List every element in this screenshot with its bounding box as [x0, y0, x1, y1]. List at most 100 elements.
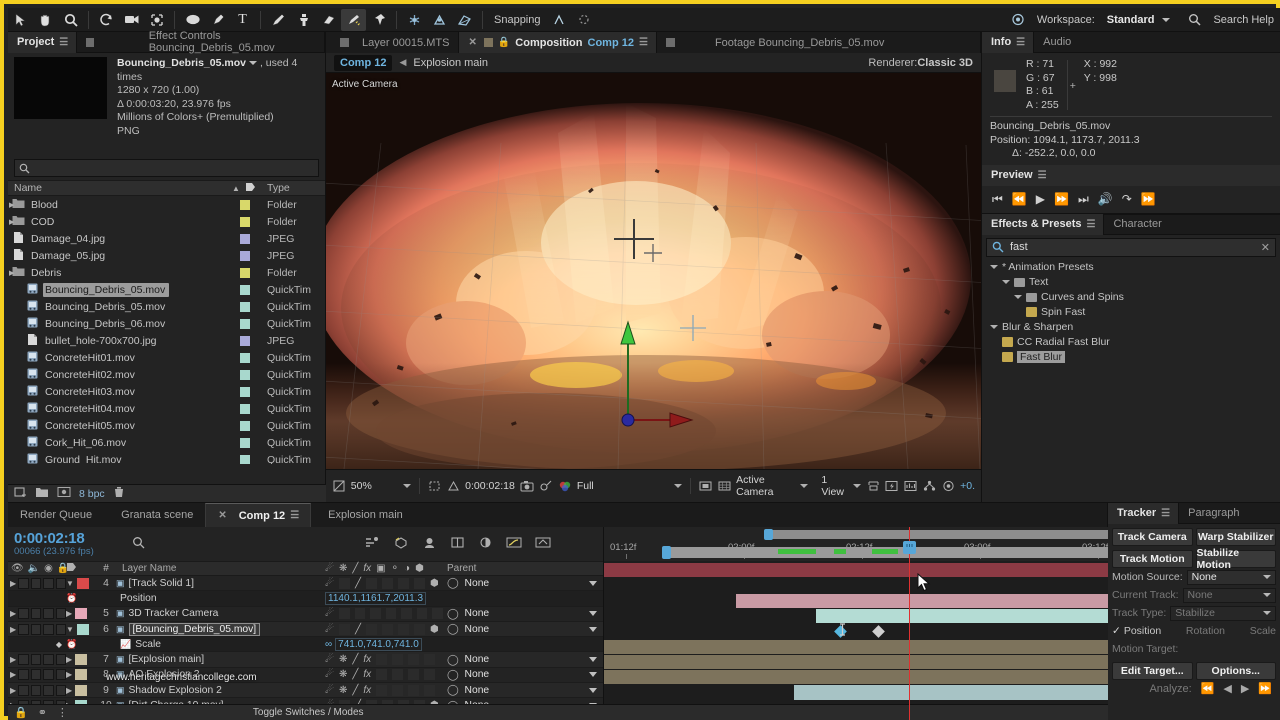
layer-name[interactable]: Shadow Explosion 2	[129, 685, 222, 696]
breadcrumb-comp12[interactable]: Comp 12	[334, 54, 393, 71]
layer-switch[interactable]: ⬢	[430, 624, 439, 635]
parent-pickwhip-icon[interactable]: ◯	[447, 623, 459, 635]
motion-source-select[interactable]: None	[1186, 569, 1276, 585]
tab-character[interactable]: Character	[1104, 214, 1280, 235]
parent-value[interactable]: None	[465, 578, 490, 589]
layer-switch[interactable]	[414, 577, 425, 589]
magnification-icon[interactable]	[332, 478, 346, 494]
eraser-tool-icon[interactable]	[316, 9, 341, 31]
analyze-forward-1-icon[interactable]: ⏩	[1258, 682, 1272, 695]
resolution-dropdown-icon[interactable]	[673, 484, 682, 488]
lock-switch[interactable]	[55, 623, 66, 635]
layer-row[interactable]: ▶ ▶ 7 ▣ [Explosion main] ☄ ❋ ╱ fx ◯ None	[8, 652, 603, 668]
edit-target-button[interactable]: Edit Target...	[1112, 662, 1193, 680]
parent-dropdown-icon[interactable]	[589, 580, 597, 586]
layer-switch[interactable]: ☄	[325, 654, 334, 665]
layer-label-color[interactable]	[75, 669, 88, 681]
resolution-value[interactable]: Full	[577, 480, 594, 492]
effects-tree[interactable]: * Animation Presets Text Curves and Spins S…	[982, 260, 1280, 365]
layer-switch[interactable]: ╱	[352, 654, 358, 665]
auto-keyframe-icon[interactable]	[535, 536, 551, 552]
keyframe-navigator-icon[interactable]: ◆	[56, 640, 62, 649]
video-switch[interactable]	[18, 654, 29, 666]
layer-disclosure-icon[interactable]: ▶	[66, 686, 72, 695]
analyze-back-1-icon[interactable]: ⏪	[1201, 682, 1215, 695]
expand-arrow-icon[interactable]: ▶	[10, 655, 16, 664]
video-switch[interactable]	[18, 623, 29, 635]
timeline-panel-menu-icon[interactable]: ☰	[290, 510, 299, 521]
graph-icon[interactable]: 📈	[120, 639, 131, 650]
layer-duration-bar[interactable]	[604, 685, 1108, 700]
grid-guides-icon[interactable]	[717, 478, 731, 494]
channel-rgb-icon[interactable]	[558, 478, 572, 494]
tab-effects-presets[interactable]: Effects & Presets ☰	[982, 213, 1105, 235]
current-time-indicator[interactable]	[909, 527, 910, 720]
comp12-close-icon[interactable]: ✕	[218, 510, 226, 521]
layer-duration-bar[interactable]	[604, 608, 1108, 624]
warp-stabilizer-button[interactable]: Warp Stabilizer	[1195, 528, 1276, 546]
layer-switch[interactable]	[408, 669, 420, 681]
solo-switch[interactable]	[43, 669, 54, 681]
effects-search-input[interactable]	[1010, 241, 1210, 253]
current-time-indicator-head[interactable]	[903, 541, 916, 554]
view-layout-dropdown-icon[interactable]	[853, 484, 862, 488]
label-color-swatch[interactable]	[227, 233, 263, 244]
label-color-swatch[interactable]	[227, 199, 263, 210]
preview-panel-menu-icon[interactable]: ☰	[1038, 170, 1047, 181]
parent-value[interactable]: None	[465, 669, 490, 680]
layer-switch[interactable]: ⬢	[430, 578, 439, 589]
label-color-swatch[interactable]	[227, 335, 263, 346]
layer-switch[interactable]	[338, 577, 350, 589]
stabilize-motion-button[interactable]: Stabilize Motion	[1195, 547, 1276, 571]
project-settings-icon[interactable]	[57, 486, 71, 501]
audio-switch[interactable]	[30, 669, 42, 681]
layer-switch[interactable]: ☄	[325, 608, 334, 619]
layer-duration-bar[interactable]	[604, 670, 1108, 685]
lock-switch[interactable]	[55, 577, 66, 589]
expand-arrow-icon[interactable]: ▶	[10, 625, 16, 634]
layer-duration-bar[interactable]	[604, 563, 1108, 578]
layer-row[interactable]: ▶ ▶ 9 ▣ Shadow Explosion 2 ☄ ❋ ╱ fx ◯ None	[8, 683, 603, 699]
layer-switch[interactable]	[392, 654, 404, 666]
label-color-swatch[interactable]	[227, 454, 263, 464]
solo-switch[interactable]	[43, 623, 54, 635]
sort-ascending-icon[interactable]: ▲	[227, 184, 245, 193]
loop-icon[interactable]: ↷	[1122, 192, 1132, 206]
project-item[interactable]: bullet_hole-700x700.jpg JPEG	[8, 332, 325, 349]
new-comp-icon[interactable]	[14, 486, 27, 501]
layer-switch[interactable]	[424, 669, 436, 681]
solo-switch[interactable]	[43, 684, 54, 696]
lock-icon[interactable]: 🔒	[498, 37, 510, 48]
clear-search-icon[interactable]: ✕	[1261, 241, 1270, 254]
workspace-icon[interactable]	[1006, 9, 1031, 31]
audio-switch[interactable]	[30, 608, 42, 620]
rotation-tool-icon[interactable]	[94, 9, 119, 31]
parent-pickwhip-icon[interactable]: ◯	[447, 577, 459, 589]
zoom-dropdown-icon[interactable]	[402, 484, 411, 488]
label-color-swatch[interactable]	[227, 369, 263, 380]
layer-switch[interactable]	[414, 623, 425, 635]
layer-switch[interactable]	[354, 608, 366, 620]
layer-switch[interactable]: ╱	[352, 685, 358, 696]
layer-switch[interactable]	[392, 669, 404, 681]
work-area-bar[interactable]	[768, 530, 1108, 539]
disclosure-triangle-icon[interactable]	[990, 265, 998, 269]
transparency-grid-icon[interactable]	[446, 478, 460, 494]
puppet-mesh-tool-icon[interactable]	[452, 9, 477, 31]
layer-switch[interactable]: ❋	[339, 669, 347, 680]
column-type[interactable]: Type	[263, 182, 325, 194]
label-color-swatch[interactable]	[227, 386, 263, 397]
layer-switch[interactable]: ☄	[325, 578, 334, 589]
search-help-label[interactable]: Search Help	[1213, 14, 1274, 26]
video-switch[interactable]	[18, 577, 29, 589]
previous-frame-icon[interactable]: ⏪	[1012, 192, 1027, 206]
tab-info[interactable]: Info ☰	[982, 31, 1035, 53]
project-item[interactable]: ▶ Blood Folder	[8, 196, 325, 213]
snapshot-icon[interactable]	[520, 478, 534, 494]
effects-tree-item[interactable]: Text	[982, 275, 1280, 290]
label-color-swatch[interactable]	[227, 284, 263, 295]
tab-composition-comp12[interactable]: ✕ 🔒 Composition Comp 12 ☰	[459, 32, 657, 53]
layer-switch[interactable]: fx	[363, 685, 371, 696]
layer-switch[interactable]	[408, 684, 420, 696]
solo-toggle-icon[interactable]: ◉	[44, 563, 53, 574]
